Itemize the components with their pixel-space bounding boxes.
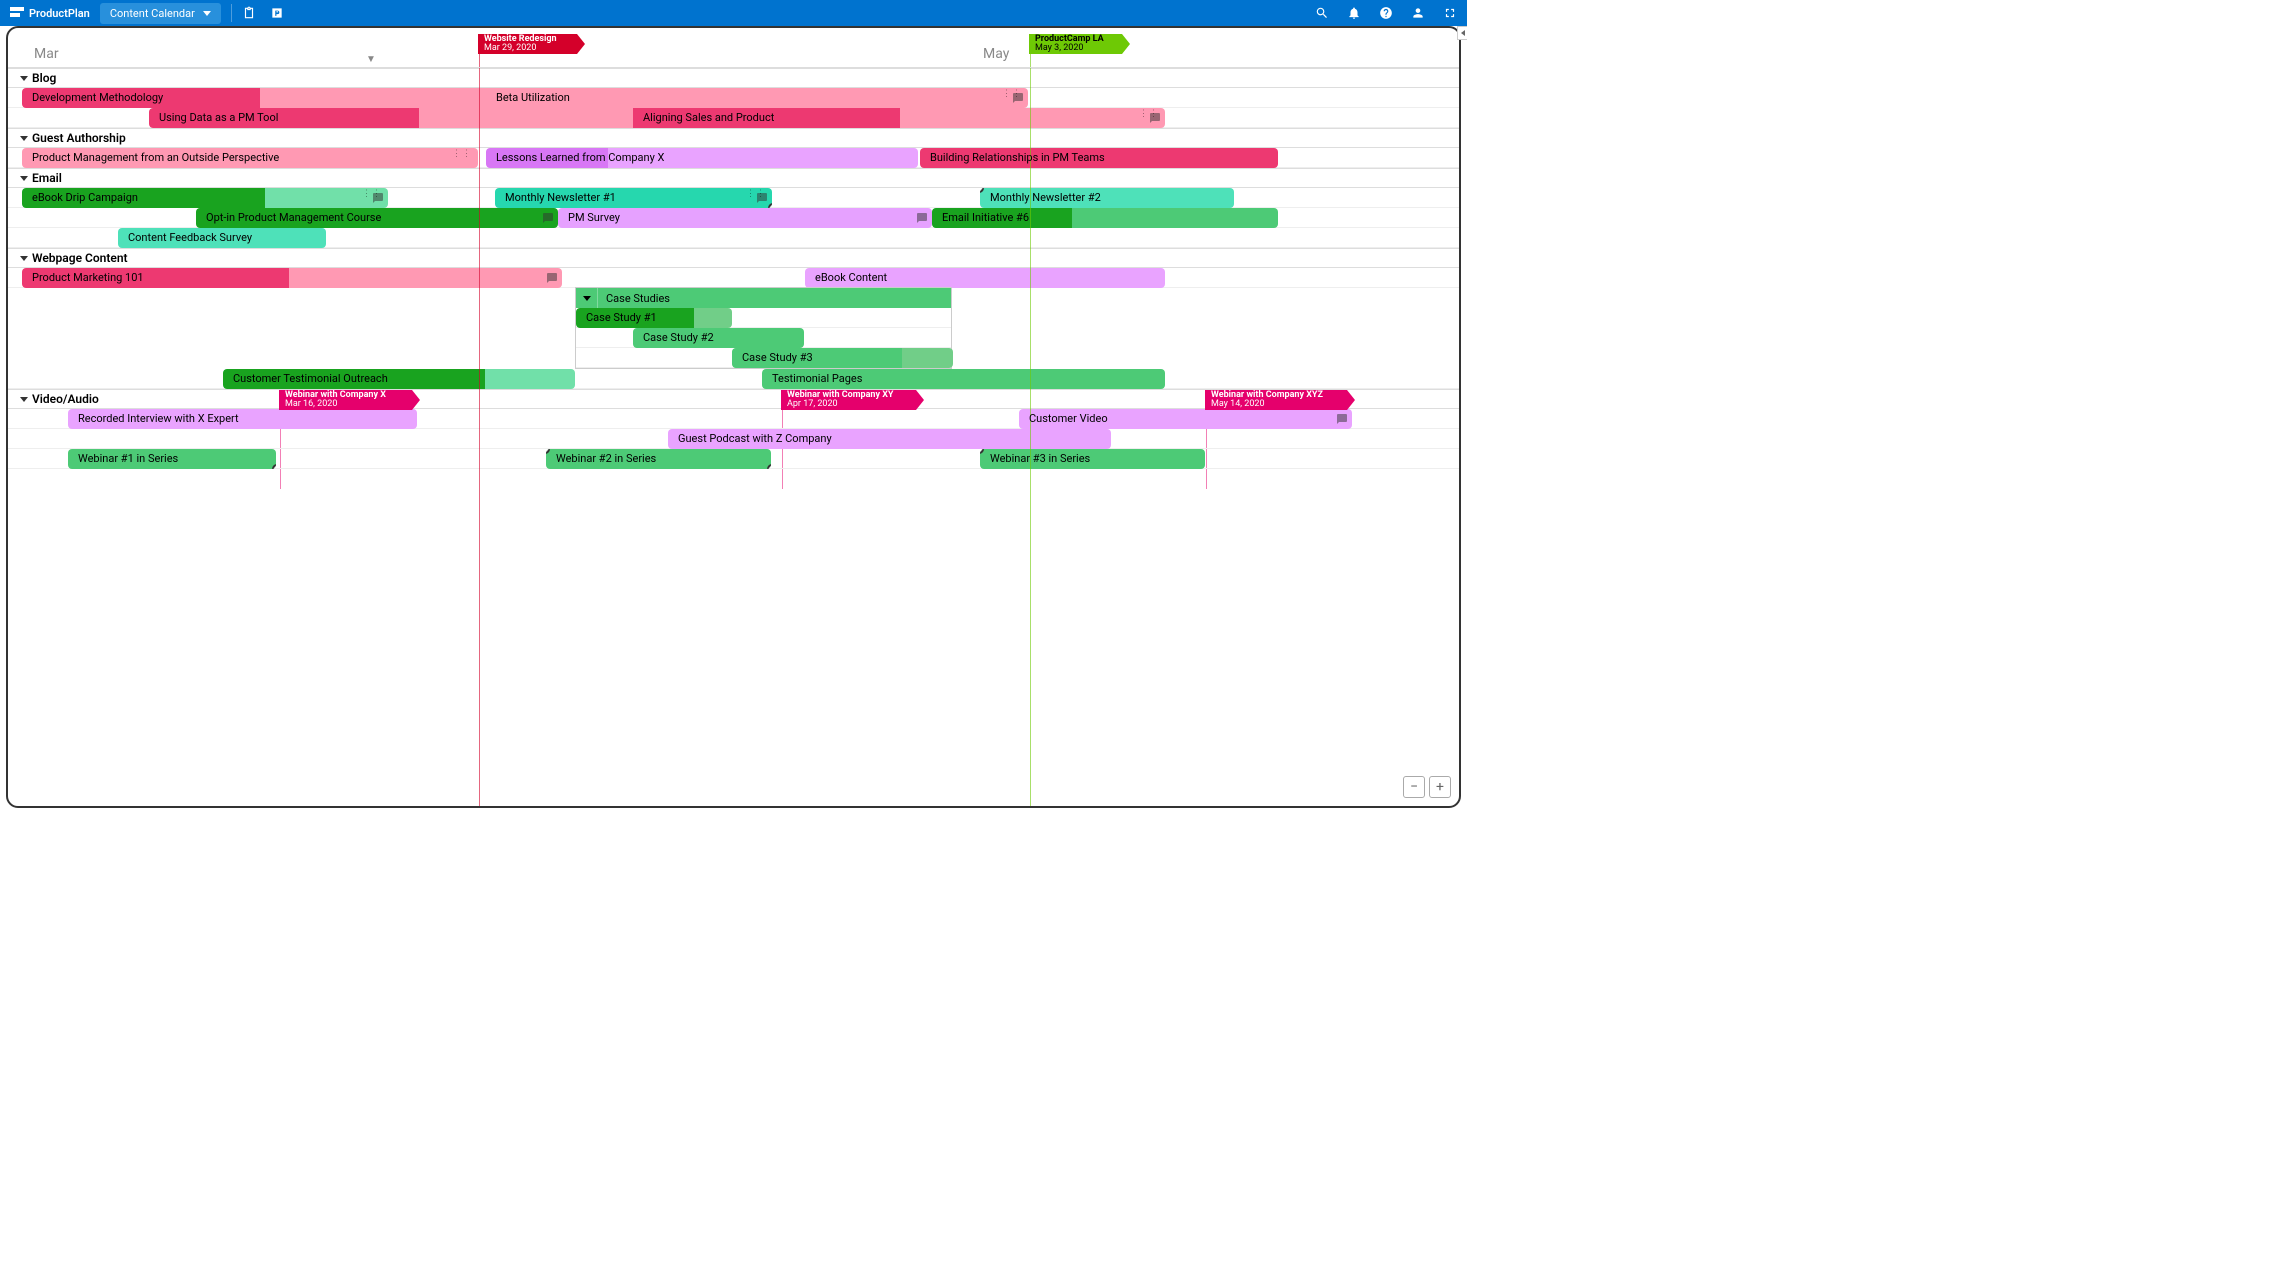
- lane-row: Webinar #1 in Series Webinar #2 in Series…: [8, 449, 1459, 469]
- link-icon[interactable]: [272, 464, 276, 469]
- lane-row: Product Marketing 101 eBook Content: [8, 268, 1459, 288]
- chevron-down-icon: [203, 11, 211, 16]
- chevron-down-icon: [583, 296, 591, 301]
- roadmap-bar[interactable]: Webinar #2 in Series: [546, 449, 771, 469]
- user-icon[interactable]: [1411, 6, 1425, 20]
- lane-title: Guest Authorship: [32, 128, 126, 148]
- roadmap-bar[interactable]: Testimonial Pages: [762, 369, 1165, 389]
- month-label: May: [983, 46, 1009, 62]
- expand-button[interactable]: [576, 288, 598, 308]
- roadmap-bar[interactable]: Monthly Newsletter #2: [980, 188, 1234, 208]
- roadmap-bar[interactable]: PM Survey: [558, 208, 932, 228]
- lane-row: Using Data as a PM Tool⋮⋮Aligning Sales …: [8, 108, 1459, 128]
- bell-icon[interactable]: [1347, 6, 1361, 20]
- lane-title: Video/Audio: [32, 389, 99, 409]
- fullscreen-icon[interactable]: [1443, 6, 1457, 20]
- drag-handle-icon[interactable]: ⋮⋮: [1139, 112, 1147, 124]
- drag-handle-icon[interactable]: ⋮⋮: [1002, 92, 1010, 104]
- drag-handle-icon[interactable]: ⋮⋮: [452, 152, 460, 164]
- milestone-flag[interactable]: Webinar with Company XMar 16, 2020: [279, 390, 412, 410]
- chevron-down-icon[interactable]: ▼: [366, 54, 376, 65]
- lane-row: Opt-in Product Management CoursePM Surve…: [8, 208, 1459, 228]
- link-icon[interactable]: [980, 188, 984, 193]
- drag-handle-icon[interactable]: ⋮⋮: [362, 192, 370, 204]
- search-icon[interactable]: [1315, 6, 1329, 20]
- link-icon[interactable]: [767, 464, 771, 469]
- roadmap-bar[interactable]: eBook Content: [805, 268, 1165, 288]
- milestone-flag[interactable]: Website RedesignMar 29, 2020: [478, 34, 577, 54]
- roadmap-bar[interactable]: Recorded Interview with X Expert: [68, 409, 417, 429]
- help-icon[interactable]: [1379, 6, 1393, 20]
- roadmap-bar[interactable]: Building Relationships in PM Teams: [920, 148, 1278, 168]
- timeline-header: Q2 MarMay▼: [8, 28, 1459, 68]
- top-bar: ProductPlan Content Calendar: [0, 0, 1467, 26]
- lane-row: Development Methodology⋮⋮Beta Utilizatio…: [8, 88, 1459, 108]
- container-title: Case Studies: [598, 292, 670, 305]
- chevron-down-icon: [20, 76, 28, 81]
- lane-row: Product Management from an Outside Persp…: [8, 148, 1459, 168]
- roadmap-bar[interactable]: eBook Drip Campaign⋮⋮: [22, 188, 388, 208]
- link-icon[interactable]: [546, 449, 550, 454]
- lane-row: Guest Podcast with Z Company: [8, 429, 1459, 449]
- app-name: ProductPlan: [29, 7, 90, 20]
- roadmap-bar[interactable]: Product Management from an Outside Persp…: [22, 148, 478, 168]
- side-panel-toggle[interactable]: [1457, 26, 1467, 40]
- roadmap-bar[interactable]: Case Study #2: [633, 328, 804, 348]
- parking-icon[interactable]: [270, 6, 284, 20]
- roadmap-bar[interactable]: Webinar #3 in Series: [980, 449, 1205, 469]
- roadmap-bar[interactable]: Opt-in Product Management Course: [196, 208, 558, 228]
- comment-icon[interactable]: [542, 211, 554, 221]
- roadmap-bar[interactable]: Email Initiative #6: [932, 208, 1278, 228]
- comment-icon[interactable]: [1336, 412, 1348, 422]
- roadmap-bar[interactable]: Lessons Learned from Company X: [486, 148, 918, 168]
- lane-row: Recorded Interview with X Expert Customer…: [8, 409, 1459, 429]
- container-header[interactable]: Case Studies: [576, 288, 951, 308]
- roadmap-bar[interactable]: Customer Video: [1019, 409, 1352, 429]
- chevron-down-icon: [20, 176, 28, 181]
- lane-title: Blog: [32, 68, 56, 88]
- zoom-out-button[interactable]: −: [1403, 776, 1425, 798]
- lane-title: Webpage Content: [32, 248, 128, 268]
- chevron-down-icon: [20, 397, 28, 402]
- milestone-flag[interactable]: Webinar with Company XYZMay 14, 2020: [1205, 390, 1347, 410]
- roadmap-canvas: Q2 MarMay▼ BlogDevelopment Methodology⋮⋮…: [6, 26, 1461, 808]
- lane-row: eBook Drip Campaign⋮⋮ Monthly Newsletter …: [8, 188, 1459, 208]
- lane-header[interactable]: Webpage Content: [8, 248, 1459, 268]
- roadmap-bar[interactable]: Customer Testimonial Outreach: [223, 369, 575, 389]
- roadmap-bar[interactable]: Monthly Newsletter #1⋮⋮: [495, 188, 772, 208]
- roadmap-bar[interactable]: Webinar #1 in Series: [68, 449, 276, 469]
- lane-row: Customer Testimonial Outreach Testimonial…: [8, 369, 1459, 389]
- milestone-flag[interactable]: Webinar with Company XYApr 17, 2020: [781, 390, 916, 410]
- month-label: Mar: [34, 46, 59, 62]
- lane-header[interactable]: Blog: [8, 68, 1459, 88]
- lane-header[interactable]: Guest Authorship: [8, 128, 1459, 148]
- chevron-down-icon: [20, 256, 28, 261]
- lane-title: Email: [32, 168, 62, 188]
- roadmap-bar[interactable]: Case Study #3: [732, 348, 953, 368]
- link-icon[interactable]: [768, 203, 772, 208]
- link-icon[interactable]: [980, 449, 984, 454]
- roadmap-bar[interactable]: Guest Podcast with Z Company: [668, 429, 1111, 449]
- roadmap-bar[interactable]: Product Marketing 101: [22, 268, 562, 288]
- clipboard-icon[interactable]: [242, 6, 256, 20]
- zoom-in-button[interactable]: +: [1429, 776, 1451, 798]
- zoom-controls: − +: [1403, 776, 1451, 798]
- milestone-flag[interactable]: ProductCamp LAMay 3, 2020: [1029, 34, 1122, 54]
- plan-dropdown[interactable]: Content Calendar: [100, 3, 221, 24]
- drag-handle-icon[interactable]: ⋮⋮: [746, 192, 754, 204]
- plan-name: Content Calendar: [110, 7, 195, 20]
- roadmap-bar[interactable]: Content Feedback Survey: [118, 228, 326, 248]
- lane-row: Content Feedback Survey: [8, 228, 1459, 248]
- app-logo[interactable]: ProductPlan: [10, 7, 90, 20]
- logo-icon: [10, 7, 24, 19]
- roadmap-bar[interactable]: Case Study #1: [576, 308, 732, 328]
- lane-header[interactable]: Email: [8, 168, 1459, 188]
- chevron-down-icon: [20, 136, 28, 141]
- comment-icon[interactable]: [916, 211, 928, 221]
- comment-icon[interactable]: [546, 271, 558, 281]
